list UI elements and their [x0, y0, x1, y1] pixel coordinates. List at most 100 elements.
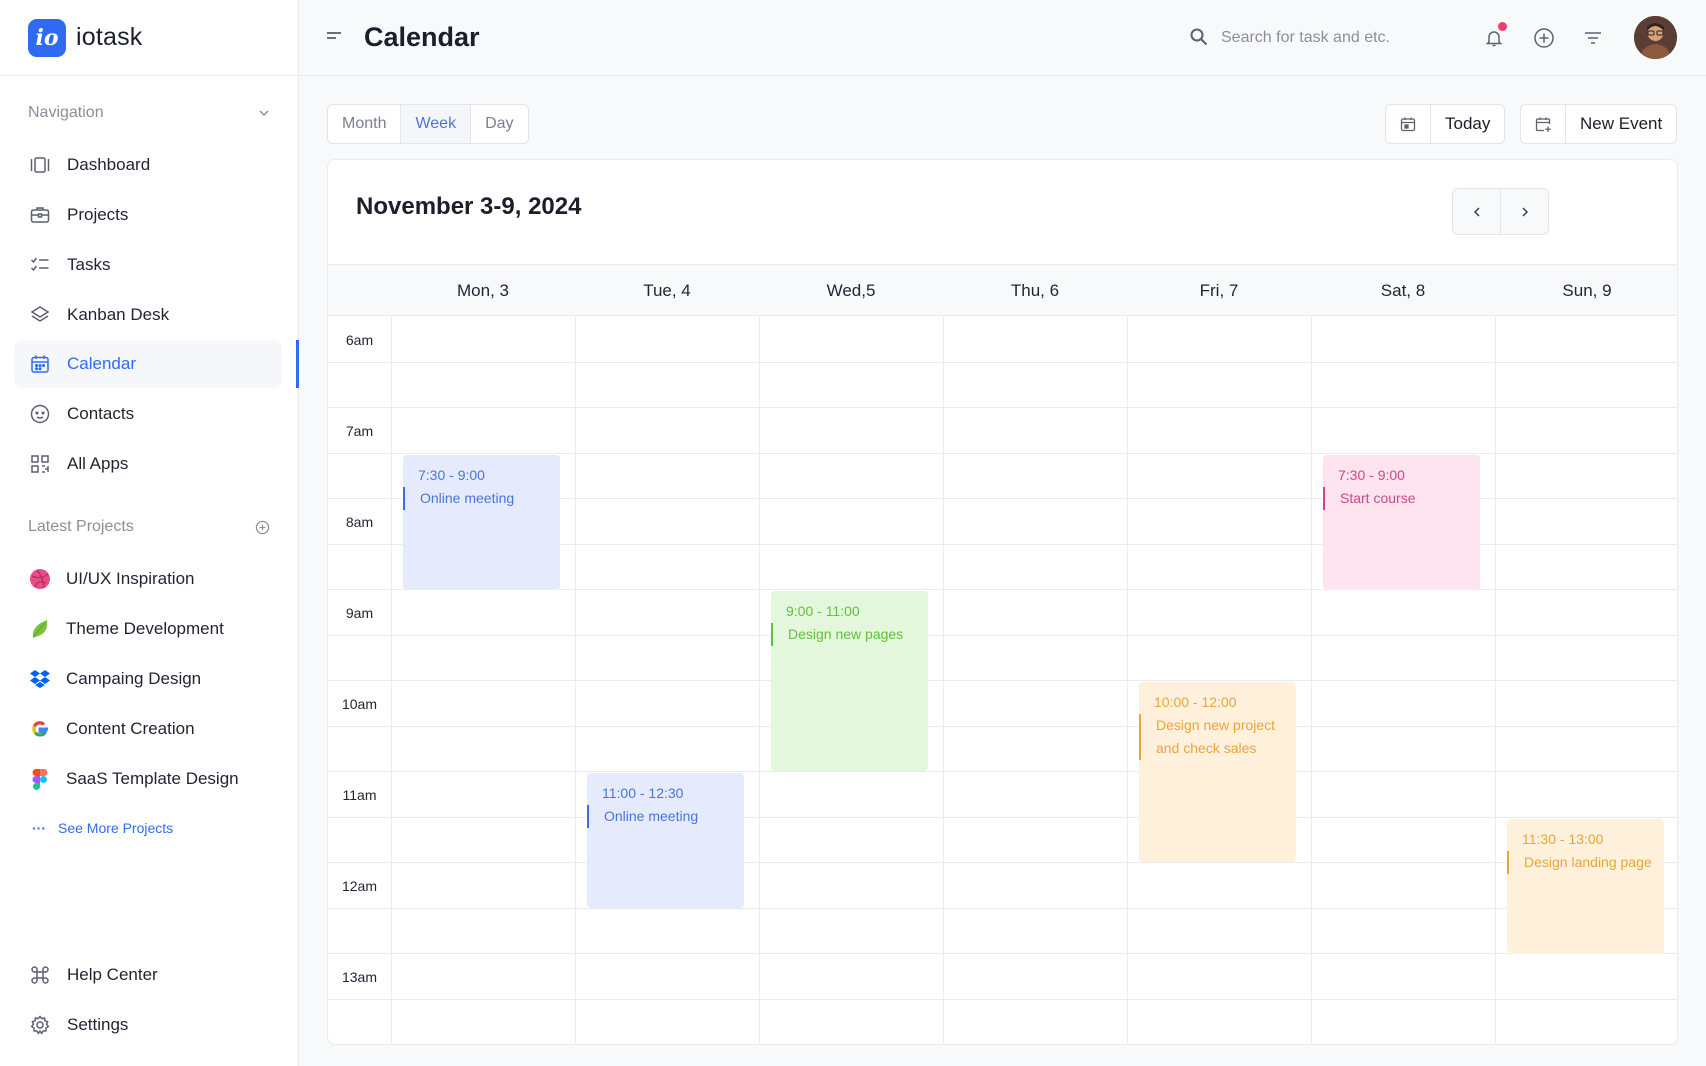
- apps-grid-icon: [29, 453, 51, 475]
- calendar-event[interactable]: 7:30 - 9:00 Start course: [1323, 455, 1480, 590]
- grid-row-line: [328, 953, 1677, 954]
- sidebar-item-dashboard[interactable]: Dashboard: [14, 141, 282, 189]
- hour-label-13am: 13am: [341, 969, 378, 985]
- sidebar-item-projects[interactable]: Projects: [14, 191, 282, 239]
- grid-row-line: [328, 771, 1677, 772]
- grid-row-line: [328, 635, 1677, 636]
- navigation-section-header[interactable]: Navigation: [28, 104, 270, 122]
- calendar-event[interactable]: 10:00 - 12:00 Design new project and chec…: [1139, 682, 1296, 862]
- chevron-right-icon: [1521, 206, 1528, 217]
- day-header-sat[interactable]: Sat, 8: [1311, 281, 1495, 301]
- project-item-campaing-design[interactable]: Campaing Design: [14, 655, 282, 703]
- grid-column-line: [1127, 316, 1128, 1044]
- event-title: Design landing page: [1507, 851, 1664, 874]
- calendar-event[interactable]: 11:00 - 12:30 Online meeting: [587, 773, 744, 908]
- add-circle-icon[interactable]: [255, 520, 270, 535]
- event-time: 11:30 - 13:00: [1522, 831, 1604, 847]
- sidebar-item-help-center[interactable]: Help Center: [14, 951, 282, 999]
- view-month-tab[interactable]: Month: [328, 105, 402, 143]
- hour-label-11am: 11am: [342, 787, 377, 803]
- sidebar-item-contacts[interactable]: Contacts: [14, 390, 282, 438]
- leaf-icon: [28, 617, 52, 641]
- today-button[interactable]: Today: [1385, 104, 1506, 144]
- day-header-mon[interactable]: Mon, 3: [391, 281, 575, 301]
- menu-icon[interactable]: [326, 30, 342, 44]
- checklist-icon: [29, 254, 51, 276]
- new-event-button[interactable]: New Event: [1520, 104, 1678, 144]
- day-header-sun[interactable]: Sun, 9: [1495, 281, 1677, 301]
- plus-circle-icon: [1534, 28, 1554, 48]
- user-avatar-icon: [1634, 16, 1677, 59]
- avatar[interactable]: [1634, 16, 1677, 59]
- event-time: 11:00 - 12:30: [602, 785, 684, 801]
- sidebar-item-kanban-desk[interactable]: Kanban Desk: [14, 291, 282, 339]
- next-week-button[interactable]: [1501, 189, 1548, 234]
- event-time: 7:30 - 9:00: [1338, 467, 1405, 483]
- notification-button[interactable]: [1481, 22, 1507, 51]
- add-button[interactable]: [1531, 25, 1557, 51]
- see-more-label: See More Projects: [58, 820, 174, 836]
- filter-button[interactable]: [1580, 25, 1606, 51]
- event-title: Design new project and check sales: [1139, 714, 1296, 760]
- sidebar-item-label: Settings: [67, 1015, 129, 1034]
- layers-icon: [29, 304, 51, 326]
- today-label: Today: [1445, 114, 1491, 133]
- view-week-tab[interactable]: Week: [401, 105, 472, 143]
- day-header-wed[interactable]: Wed,5: [759, 281, 943, 301]
- grid-row-line: [328, 726, 1677, 727]
- sidebar-item-calendar[interactable]: Calendar: [14, 340, 282, 388]
- see-more-projects-link[interactable]: ··· See More Projects: [32, 820, 173, 836]
- calendar-event[interactable]: 7:30 - 9:00 Online meeting: [403, 455, 560, 590]
- grid-row-line: [328, 680, 1677, 681]
- sidebar-item-all-apps[interactable]: All Apps: [14, 440, 282, 488]
- hour-label-12am: 12am: [341, 878, 378, 894]
- notification-dot: [1498, 22, 1507, 31]
- sidebar-item-label: All Apps: [67, 454, 129, 473]
- calendar-add-icon: [1521, 105, 1566, 143]
- calendar-event[interactable]: 9:00 - 11:00 Design new pages: [771, 591, 928, 771]
- grid-row-line: [328, 862, 1677, 863]
- event-title: Online meeting: [587, 805, 744, 828]
- project-label: Content Creation: [66, 719, 195, 738]
- latest-projects-header: Latest Projects: [28, 518, 270, 536]
- grid-column-line: [943, 316, 944, 1044]
- google-icon: [28, 717, 52, 741]
- brand-name: iotask: [76, 23, 143, 51]
- hour-label-8am: 8am: [345, 514, 374, 530]
- figma-icon: [28, 767, 52, 791]
- project-item-theme-development[interactable]: Theme Development: [14, 605, 282, 653]
- prev-week-button[interactable]: [1453, 189, 1501, 234]
- calendar-event[interactable]: 11:30 - 13:00 Design landing page: [1507, 819, 1664, 954]
- dropbox-icon: [28, 667, 52, 691]
- day-header-tue[interactable]: Tue, 4: [575, 281, 759, 301]
- latest-projects-heading: Latest Projects: [28, 518, 134, 535]
- calendar-icon: [29, 353, 51, 375]
- sidebar-item-settings[interactable]: Settings: [14, 1001, 282, 1049]
- calendar-today-icon: [1386, 105, 1431, 143]
- grid-row-line: [328, 453, 1677, 454]
- sidebar-item-label: Kanban Desk: [67, 305, 170, 324]
- project-item-saas-template-design[interactable]: SaaS Template Design: [14, 755, 282, 803]
- grid-column-line: [1311, 316, 1312, 1044]
- view-switcher: Month Week Day: [327, 104, 529, 144]
- filter-icon: [1585, 32, 1601, 44]
- view-day-tab[interactable]: Day: [471, 105, 527, 143]
- search-input[interactable]: [1221, 24, 1421, 52]
- sidebar: io iotask Navigation Dashboard Projects …: [0, 0, 299, 1066]
- sidebar-item-label: Help Center: [67, 965, 158, 984]
- page-title: Calendar: [364, 22, 480, 52]
- day-header-thu[interactable]: Thu, 6: [943, 281, 1127, 301]
- dashboard-icon: [29, 154, 51, 176]
- day-header-fri[interactable]: Fri, 7: [1127, 281, 1311, 301]
- project-item-ui-ux-inspiration[interactable]: UI/UX Inspiration: [14, 555, 282, 603]
- hour-label-7am: 7am: [345, 423, 374, 439]
- search-icon: [1190, 28, 1208, 46]
- project-item-content-creation[interactable]: Content Creation: [14, 705, 282, 753]
- sidebar-item-tasks[interactable]: Tasks: [14, 241, 282, 289]
- brand[interactable]: io iotask: [0, 0, 298, 76]
- project-label: Campaing Design: [66, 669, 202, 688]
- new-event-label: New Event: [1580, 114, 1663, 133]
- grid-row-line: [328, 1044, 1678, 1045]
- chevron-down-icon[interactable]: [258, 107, 270, 119]
- grid-row-line: [328, 407, 1677, 408]
